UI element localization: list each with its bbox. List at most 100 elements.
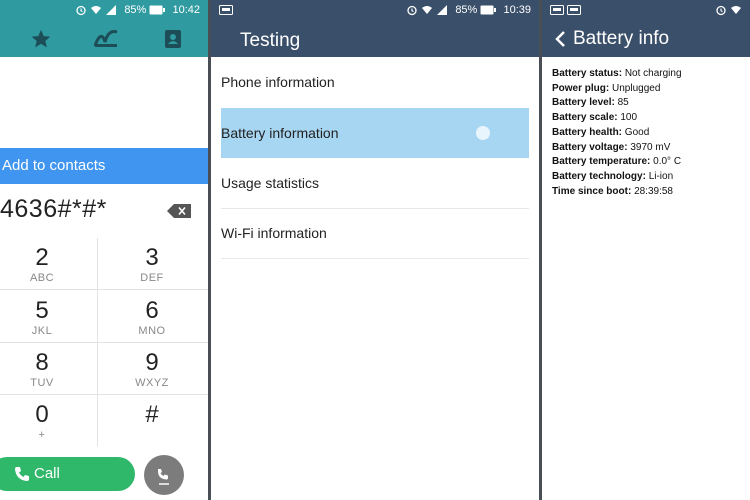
key-9[interactable]: 9 WXYZ (100, 343, 204, 395)
info-row-power-plug: Power plug: Unplugged (552, 82, 748, 97)
info-value: Li-ion (648, 170, 674, 182)
info-key: Battery temperature: (552, 156, 651, 168)
signal-icon (437, 5, 448, 16)
info-key: Battery level: (552, 97, 615, 109)
info-row-time-since-boot: Time since boot: 28:39:58 (552, 185, 748, 200)
info-value: 100 (620, 112, 638, 124)
testing-screen: 85% 10:39 Testing Phone information Batt… (211, 0, 539, 500)
touch-ripple (476, 126, 490, 140)
info-row-temperature: Battery temperature: 0.0° C (552, 155, 748, 170)
info-key: Battery health: (552, 126, 623, 138)
menu-item-label: Phone information (221, 74, 335, 90)
dialpad-icon (158, 469, 169, 485)
key-letters: WXYZ (135, 377, 169, 389)
call-label: Call (34, 465, 60, 482)
battery-icon (480, 5, 497, 15)
key-letters: + (38, 429, 46, 441)
key-digit: 8 (35, 349, 49, 376)
key-6[interactable]: 6 MNO (100, 291, 204, 343)
dialed-number: 4636#*#* (0, 195, 107, 223)
key-3[interactable]: 3 DEF (100, 238, 204, 290)
menu-item-label: Wi-Fi information (221, 225, 327, 241)
wifi-icon (422, 6, 433, 15)
backspace-icon[interactable] (167, 204, 191, 218)
info-value: Good (624, 126, 650, 138)
favorites-tab-icon[interactable] (30, 28, 54, 52)
menu-item-label: Usage statistics (221, 175, 320, 191)
alarm-icon (76, 5, 86, 16)
status-bar: 85% 10:42 (0, 0, 208, 22)
dialer-screen: 85% 10:42 Add to contacts 4636#*#* 2 ABC… (0, 0, 208, 500)
key-letters: ABC (29, 272, 55, 284)
battery-percent: 85% (455, 4, 478, 16)
info-value: Unplugged (612, 82, 661, 94)
key-letters: MNO (138, 325, 166, 337)
notification-icon (219, 5, 233, 16)
battery-info-list: Battery status: Not charging Power plug:… (552, 67, 748, 199)
key-hash[interactable]: # (100, 395, 204, 447)
back-arrow-icon[interactable] (554, 30, 566, 48)
battery-icon (149, 5, 166, 15)
info-key: Time since boot: (552, 185, 632, 197)
menu-item-battery-information[interactable]: Battery information (221, 108, 529, 158)
divider (221, 258, 529, 259)
info-value: Not charging (624, 68, 682, 79)
battery-info-screen: Battery info Battery status: Not chargin… (542, 0, 750, 500)
key-letters: TUV (30, 377, 54, 389)
phone-icon (15, 467, 29, 481)
notification-icon (567, 5, 582, 16)
wifi-icon (91, 6, 102, 15)
info-row-health: Battery health: Good (552, 126, 748, 141)
wifi-icon (731, 6, 741, 15)
key-digit: 3 (145, 244, 159, 271)
info-value: 85 (617, 97, 629, 109)
signal-icon (106, 5, 117, 16)
key-digit: 2 (35, 244, 49, 271)
key-letters: DEF (140, 272, 164, 284)
menu-item-usage-statistics[interactable]: Usage statistics (221, 158, 529, 208)
key-0[interactable]: 0 + (0, 395, 94, 447)
key-2[interactable]: 2 ABC (0, 238, 94, 290)
call-button[interactable]: Call (0, 457, 135, 491)
clock: 10:42 (172, 4, 200, 16)
key-digit: # (145, 401, 159, 428)
key-letters: JKL (31, 325, 53, 337)
page-title: Testing (240, 30, 301, 51)
dialer-tabs (0, 22, 208, 57)
divider (97, 238, 98, 446)
dialpad-toggle-button[interactable] (144, 455, 184, 495)
add-to-contacts-button[interactable]: Add to contacts (0, 148, 208, 184)
info-row-voltage: Battery voltage: 3970 mV (552, 141, 748, 156)
status-bar (542, 0, 750, 22)
page-title: Battery info (573, 28, 670, 49)
menu-item-label: Battery information (221, 125, 339, 141)
info-row-technology: Battery technology: Li-ion (552, 170, 748, 185)
info-key: Battery scale: (552, 112, 618, 124)
info-row-scale: Battery scale: 100 (552, 111, 748, 126)
key-8[interactable]: 8 TUV (0, 343, 94, 395)
clock: 10:39 (503, 4, 531, 16)
info-key: Power plug: (552, 82, 610, 94)
info-value: 3970 mV (630, 141, 671, 153)
alarm-icon (716, 5, 726, 16)
menu-item-wifi-information[interactable]: Wi-Fi information (221, 208, 529, 258)
key-digit: 6 (145, 297, 159, 324)
key-digit: 0 (35, 401, 49, 428)
info-key: Battery status: (552, 68, 623, 79)
key-digit: 5 (35, 297, 49, 324)
contacts-tab-icon[interactable] (162, 28, 186, 52)
status-bar: 85% 10:39 (211, 0, 539, 22)
info-key: Battery voltage: (552, 141, 628, 153)
key-5[interactable]: 5 JKL (0, 291, 94, 343)
notification-icon (550, 5, 564, 16)
info-row-status: Battery status: Not charging (552, 67, 748, 82)
info-value: 28:39:58 (634, 185, 673, 197)
info-value: 0.0° C (653, 156, 682, 168)
info-row-level: Battery level: 85 (552, 96, 748, 111)
alarm-icon (407, 5, 417, 16)
call-log-tab-icon[interactable] (93, 28, 118, 52)
info-key: Battery technology: (552, 170, 646, 182)
key-digit: 9 (145, 349, 159, 376)
battery-percent: 85% (124, 4, 147, 16)
menu-item-phone-information[interactable]: Phone information (221, 57, 529, 107)
